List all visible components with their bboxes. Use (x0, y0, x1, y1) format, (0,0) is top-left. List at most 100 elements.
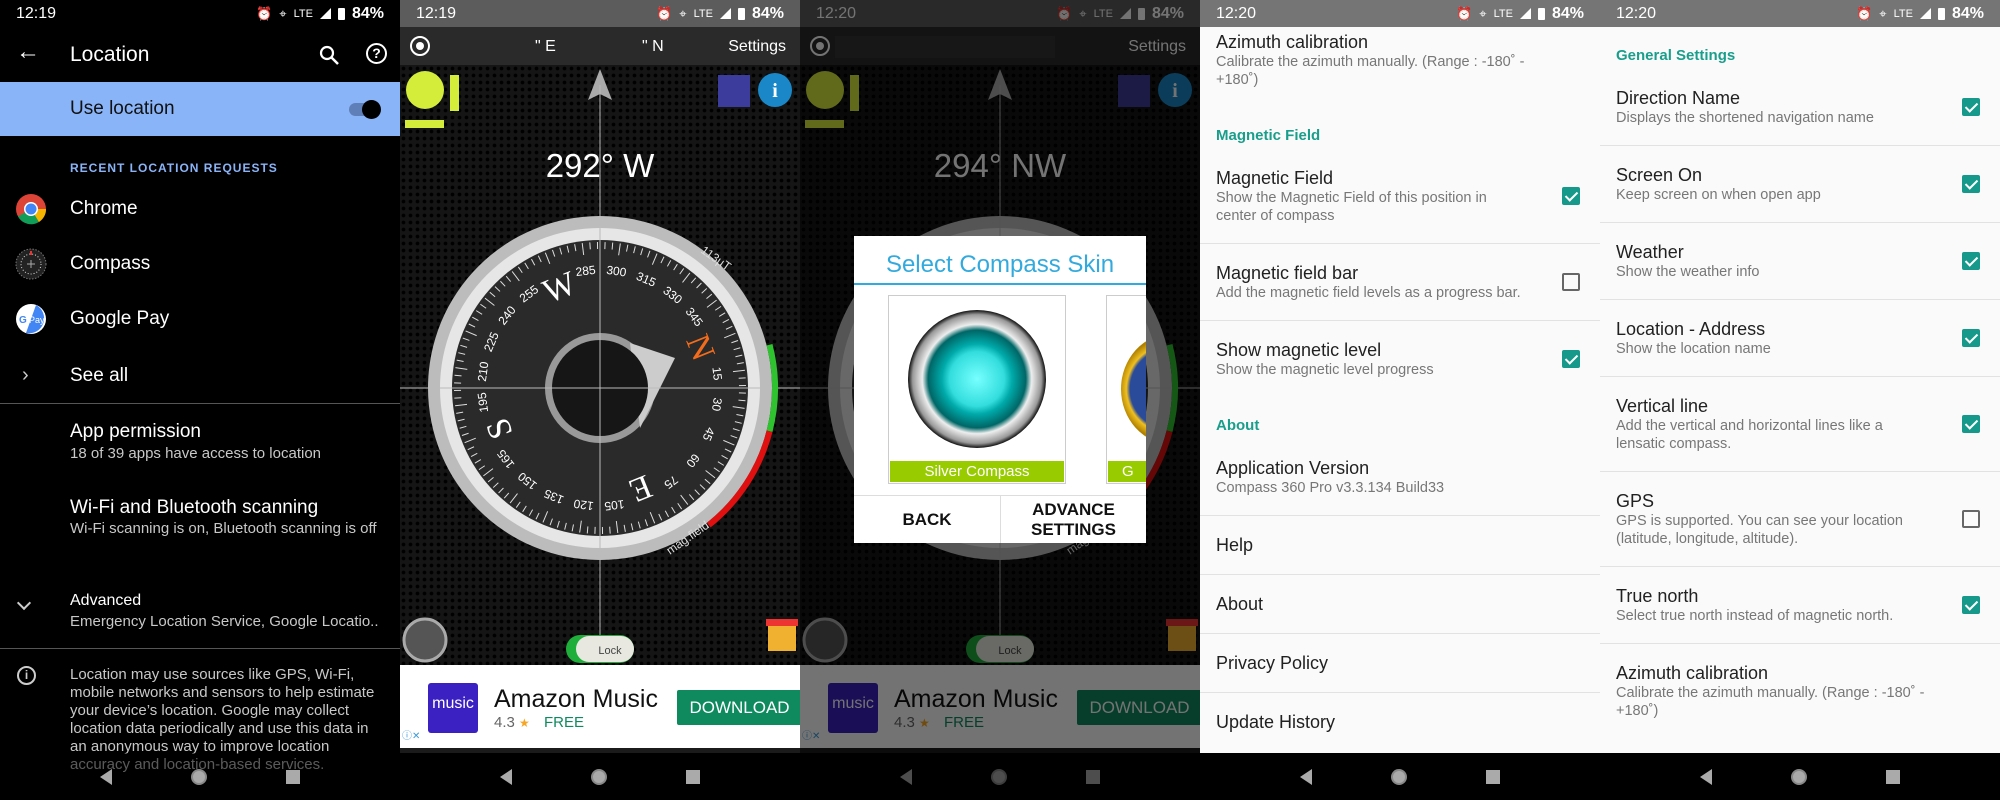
checkbox-checked[interactable] (1562, 350, 1580, 368)
location-pin-icon: ⌖ (279, 5, 287, 21)
ad-download-button[interactable]: DOWNLOAD (677, 690, 800, 725)
checkbox-checked[interactable] (1962, 175, 1980, 193)
settings-item-title: Azimuth calibration (1216, 32, 1369, 52)
recent-app-item[interactable]: Chrome (70, 198, 138, 220)
checkbox-checked[interactable] (1962, 415, 1980, 433)
settings-item[interactable]: True north Select true north instead of m… (1600, 567, 2000, 644)
ad-banner[interactable]: music Amazon Music 4.3 ★ FREE DOWNLOAD ⓘ… (400, 665, 800, 748)
dial-label: 120 (572, 496, 594, 513)
settings-item-title: Magnetic field bar (1216, 263, 1359, 283)
scanning-title[interactable]: Wi-Fi and Bluetooth scanning (70, 497, 318, 519)
recent-app-item[interactable]: Google Pay (70, 308, 169, 330)
chevron-down-icon (16, 595, 32, 611)
alarm-icon: ⏰ (1856, 5, 1873, 21)
settings-list[interactable]: General Settings Direction Name Displays t… (1600, 27, 2000, 738)
advance-settings-button[interactable]: ADVANCE SETTINGS (1001, 500, 1146, 540)
advanced-title[interactable]: Advanced (70, 592, 141, 610)
signal-icon (719, 8, 731, 19)
recent-app-item[interactable]: Compass (70, 253, 150, 275)
alarm-icon: ⏰ (256, 5, 273, 21)
skin-card-gold[interactable]: G (1106, 295, 1146, 484)
latitude-readout: " N (642, 38, 664, 55)
settings-list[interactable]: Azimuth calibration Calibrate the azimuth… (1200, 13, 1600, 751)
settings-item[interactable]: Help (1200, 516, 1600, 575)
settings-item[interactable]: Magnetic field bar Add the magnetic field… (1200, 244, 1600, 321)
settings-item[interactable]: Vertical line Add the vertical and horizo… (1600, 377, 2000, 472)
skin-card-silver[interactable]: Silver Compass (888, 295, 1066, 484)
gps-target-icon[interactable] (410, 36, 430, 56)
battery-level: 84% (1551, 4, 1584, 22)
checkbox-checked[interactable] (1962, 329, 1980, 347)
nav-recents-icon[interactable] (286, 769, 301, 784)
checkbox-checked[interactable] (1562, 187, 1580, 205)
nav-home-icon[interactable] (1390, 768, 1407, 785)
help-icon[interactable]: ? (366, 43, 387, 64)
checkbox-unchecked[interactable] (1962, 510, 1980, 528)
settings-item[interactable]: Location - Address Show the location name (1600, 300, 2000, 377)
nav-recents-icon[interactable] (1886, 769, 1901, 784)
gift-icon[interactable] (768, 625, 796, 651)
nav-back-icon[interactable] (99, 768, 112, 785)
switch-thumb (362, 100, 381, 119)
settings-item-title: Magnetic Field (1216, 168, 1334, 188)
nav-home-icon[interactable] (590, 768, 607, 785)
nav-back-icon[interactable] (499, 768, 512, 785)
back-button[interactable]: BACK (854, 496, 1000, 543)
settings-button[interactable]: Settings (728, 38, 786, 56)
settings-item[interactable]: About (1200, 575, 1600, 634)
settings-item[interactable]: Azimuth calibration Calibrate the azimuth… (1200, 13, 1600, 107)
battery-icon (737, 7, 745, 20)
settings-item-title: Direction Name (1616, 88, 1741, 108)
checkbox-unchecked[interactable] (1562, 273, 1580, 291)
settings-item[interactable]: Application Version Compass 360 Pro v3.3.… (1200, 439, 1600, 516)
signal-icon (319, 8, 331, 19)
see-all-link[interactable]: See all (70, 365, 128, 387)
settings-item[interactable]: GPS GPS is supported. You can see your lo… (1600, 472, 2000, 567)
settings-item[interactable]: Update History (1200, 693, 1600, 751)
section-header: About (1216, 417, 1260, 434)
settings-item-subtitle: Add the vertical and horizontal lines li… (1616, 418, 1883, 452)
mini-compass-icon[interactable] (402, 617, 448, 663)
nav-back-icon[interactable] (1699, 768, 1712, 785)
settings-item-title: GPS (1616, 491, 1655, 511)
adchoices-icon[interactable]: ⓘ✕ (402, 727, 420, 742)
settings-item[interactable]: Weather Show the weather info (1600, 223, 2000, 300)
use-location-toggle-row[interactable]: Use location (0, 82, 400, 136)
settings-item-title: Weather (1616, 242, 1684, 262)
settings-item[interactable]: Screen On Keep screen on when open app (1600, 146, 2000, 223)
battery-icon (1937, 7, 1945, 20)
svg-text:G: G (19, 315, 27, 326)
bubble-level-icon (406, 71, 444, 109)
settings-item-title: About (1216, 594, 1264, 614)
nav-recents-icon[interactable] (686, 769, 701, 784)
checkbox-checked[interactable] (1962, 98, 1980, 116)
settings-item-subtitle: Compass 360 Pro v3.3.134 Build33 (1216, 480, 1445, 496)
settings-item[interactable]: Azimuth calibration Calibrate the azimuth… (1600, 644, 2000, 738)
app-permission-title[interactable]: App permission (70, 421, 201, 443)
back-arrow-icon[interactable]: ← (16, 38, 40, 66)
checkbox-checked[interactable] (1962, 252, 1980, 270)
dial-label: 105 (603, 497, 625, 513)
page-title: Location (70, 43, 150, 66)
settings-item[interactable]: Direction Name Displays the shortened nav… (1600, 69, 2000, 146)
network-type: LTE (693, 7, 713, 20)
nav-recents-icon[interactable] (1486, 769, 1501, 784)
horizontal-level-icon (405, 120, 444, 128)
svg-text:Pay: Pay (29, 315, 45, 325)
settings-item-title: Screen On (1616, 165, 1703, 185)
search-icon[interactable] (318, 44, 340, 66)
ad-price: FREE (543, 714, 584, 731)
dial-label: 210 (475, 360, 492, 382)
settings-item[interactable]: Magnetic Field Show the Magnetic Field of… (1200, 149, 1600, 244)
nav-back-icon[interactable] (1299, 768, 1312, 785)
checkbox-checked[interactable] (1962, 596, 1980, 614)
nav-home-icon[interactable] (1790, 768, 1807, 785)
dial-label: 300 (606, 263, 628, 280)
settings-item[interactable]: Show magnetic level Show the magnetic lev… (1200, 321, 1600, 397)
settings-item-subtitle: Select true north instead of magnetic no… (1616, 608, 1894, 624)
settings-item[interactable]: Privacy Policy (1200, 634, 1600, 693)
settings-item-subtitle: Show the weather info (1616, 264, 1760, 280)
star-icon: ★ (519, 716, 530, 730)
compass-dial[interactable]: i292° WN1530456075E105120135150165S19521… (400, 65, 800, 665)
nav-home-icon[interactable] (190, 768, 207, 785)
